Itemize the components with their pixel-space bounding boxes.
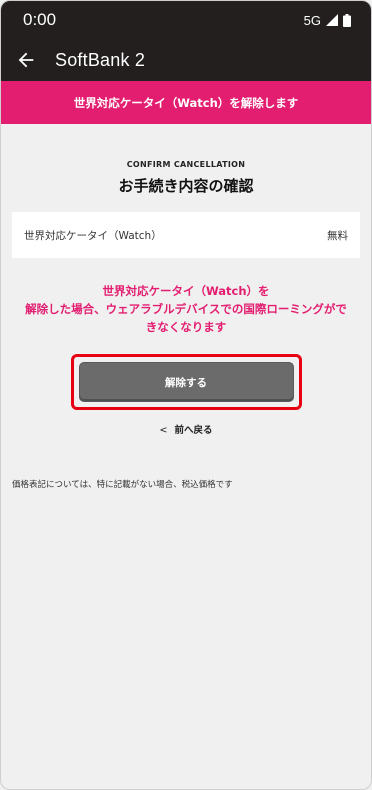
chevron-left-icon: < [159,425,168,436]
service-name: 世界対応ケータイ（Watch） [24,229,162,242]
page-title: お手続き内容の確認 [118,177,254,195]
cancel-service-button[interactable]: 解除する [78,362,294,402]
banner-text: 世界対応ケータイ（Watch）を解除します [73,95,299,110]
warning-line: 解除した場合、ウェアラブルデバイスでの国際ローミングがで [25,302,347,316]
status-indicators: 5G [304,13,351,28]
app-title: SoftBank 2 [55,49,146,70]
back-link-label: 前へ戻る [174,425,213,436]
service-summary-row: 世界対応ケータイ（Watch） 無料 [12,212,360,258]
signal-icon [326,14,338,26]
arrow-left-icon[interactable] [15,49,37,71]
cancel-button-highlight: 解除する [70,354,302,410]
heading-english: CONFIRM CANCELLATION [126,160,246,169]
cancellation-warning: 世界対応ケータイ（Watch）を 解除した場合、ウェアラブルデバイスでの国際ロー… [15,282,357,336]
phone-screen: 0:00 5G SoftBank 2 世界対応ケータイ（Watch）を解除します… [0,0,372,790]
status-time: 0:00 [23,10,57,29]
price-note: 価格表記については、特に記載がない場合、税込価格です [12,480,233,490]
service-price: 無料 [327,229,348,242]
warning-line: きなくなります [145,320,227,334]
network-label: 5G [303,12,321,28]
page-banner: 世界対応ケータイ（Watch）を解除します [1,81,371,124]
app-bar: SoftBank 2 [1,39,371,81]
back-link[interactable]: < 前へ戻る [1,422,371,436]
status-bar: 0:00 5G [1,1,371,39]
battery-icon [343,13,351,27]
warning-line: 世界対応ケータイ（Watch）を [102,284,270,298]
